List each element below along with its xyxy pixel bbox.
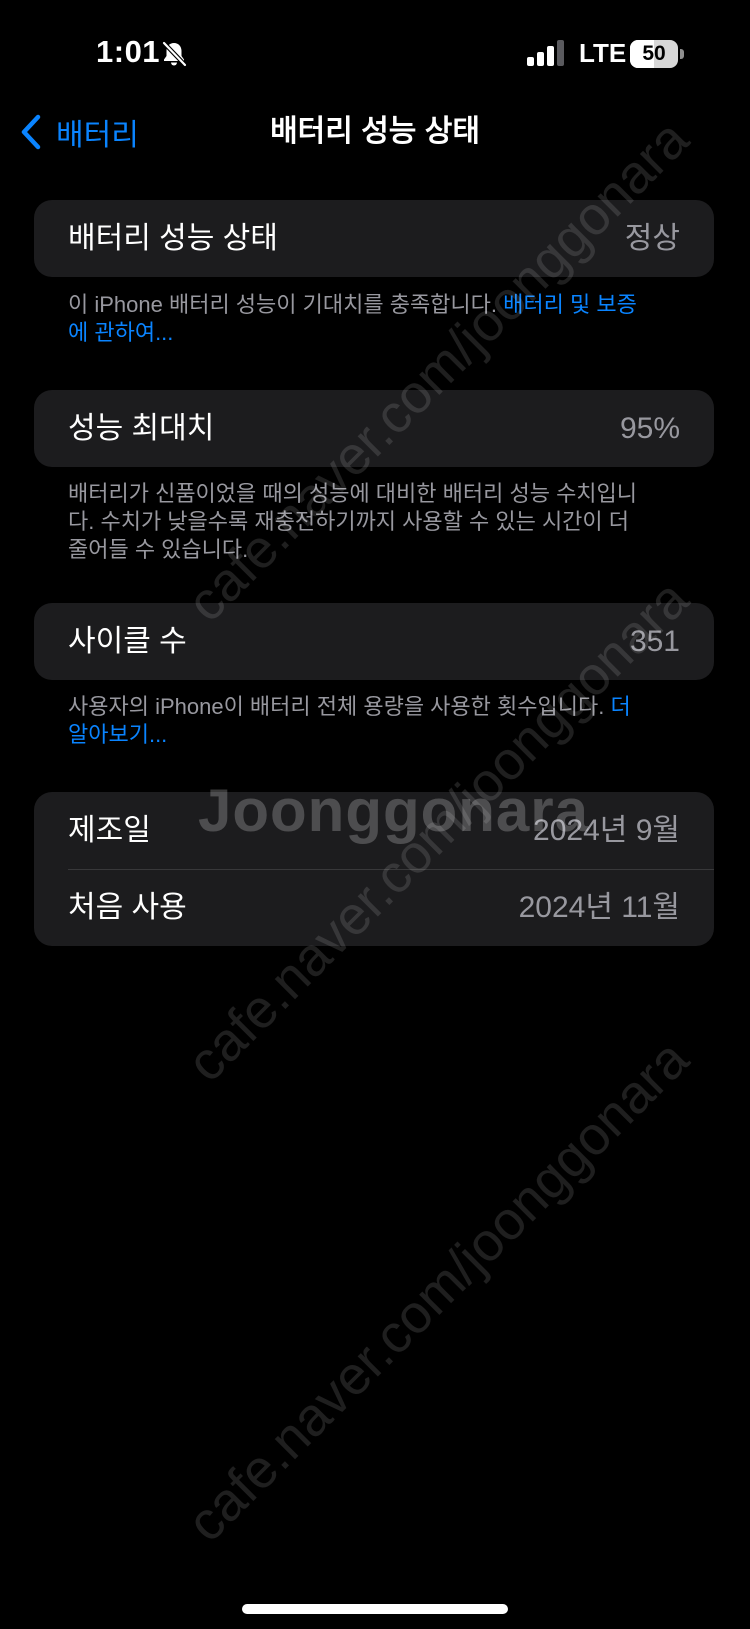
battery-icon: 50 <box>630 40 684 68</box>
nav-bar: 배터리 성능 상태 배터리 <box>0 104 750 160</box>
manufacture-date-row: 제조일 2024년 9월 <box>34 792 714 869</box>
back-button[interactable]: 배터리 <box>18 104 139 160</box>
max-capacity-row: 성능 최대치 95% <box>34 390 714 467</box>
network-type: LTE <box>579 38 627 68</box>
first-use-label: 처음 사용 <box>68 891 187 924</box>
cycle-count-value: 351 <box>629 625 680 658</box>
first-use-row: 처음 사용 2024년 11월 <box>34 869 714 946</box>
battery-tip <box>680 49 684 59</box>
battery-level: 50 <box>642 42 666 65</box>
watermark-url: cafe.naver.com/joonggonara <box>175 1028 701 1554</box>
status-time: 1:01 <box>96 34 161 69</box>
back-label: 배터리 <box>56 119 139 152</box>
max-capacity-label: 성능 최대치 <box>68 412 215 445</box>
cycle-count-footnote: 사용자의 iPhone이 배터리 전체 용량을 사용한 횟수입니다. 더 알아보… <box>68 693 648 749</box>
max-capacity-footnote: 배터리가 신품이었을 때의 성능에 대비한 배터리 성능 수치입니다. 수치가 … <box>68 481 638 562</box>
battery-health-row: 배터리 성능 상태 정상 <box>34 200 714 277</box>
max-capacity-card: 성능 최대치 95% <box>34 390 714 467</box>
battery-health-card: 배터리 성능 상태 정상 <box>34 200 714 277</box>
manufacture-date-value: 2024년 9월 <box>533 814 680 847</box>
max-capacity-value: 95% <box>619 412 680 445</box>
cycle-count-footnote-text: 사용자의 iPhone이 배터리 전체 용량을 사용한 횟수입니다. <box>68 694 611 719</box>
cellular-signal-icon <box>527 40 564 66</box>
cycle-count-card: 사이클 수 351 <box>34 603 714 680</box>
battery-health-value: 정상 <box>624 222 680 255</box>
manufacture-date-label: 제조일 <box>68 814 151 847</box>
first-use-value: 2024년 11월 <box>518 891 680 924</box>
battery-health-footnote-text: 이 iPhone 배터리 성능이 기대치를 충족합니다. <box>68 292 504 317</box>
cycle-count-label: 사이클 수 <box>68 625 187 658</box>
chevron-left-icon <box>21 114 41 150</box>
cycle-count-row: 사이클 수 351 <box>34 603 714 680</box>
dates-card: 제조일 2024년 9월 처음 사용 2024년 11월 <box>34 792 714 946</box>
status-bar: 1:01 LTE 50 <box>0 0 750 110</box>
battery-health-label: 배터리 성능 상태 <box>68 222 278 255</box>
battery-health-footnote: 이 iPhone 배터리 성능이 기대치를 충족합니다. 배터리 및 보증에 관… <box>68 291 648 347</box>
bell-slash-icon <box>161 40 188 68</box>
home-indicator[interactable] <box>242 1604 508 1614</box>
